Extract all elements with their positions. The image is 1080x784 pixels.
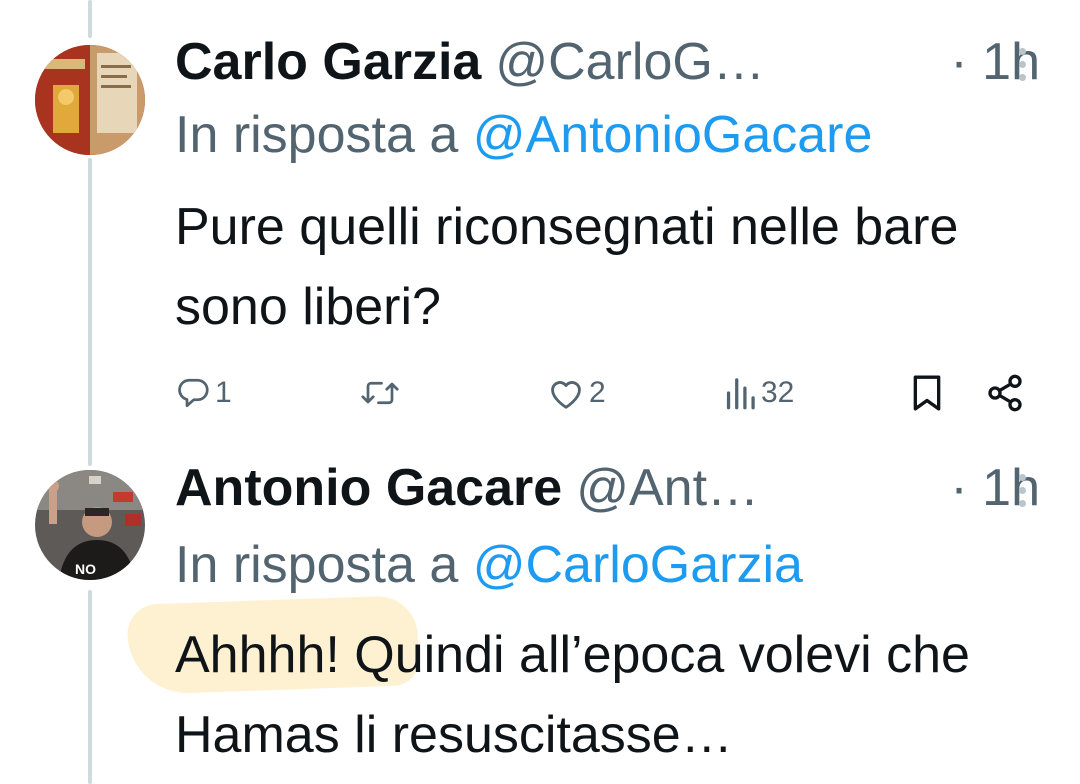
reply-mention-link[interactable]: @AntonioGacare [473, 106, 873, 164]
reply-context: In risposta a @AntonioGacare [175, 105, 872, 165]
avatar-carlo-garzia[interactable] [35, 45, 145, 155]
tweet-actions: 1 2 32 [175, 368, 1035, 418]
tweet-text: Pure quelli riconsegnati nelle bare sono… [175, 198, 959, 336]
retweet-icon [360, 375, 400, 411]
reply-count: 1 [215, 376, 232, 409]
tweet-header: Carlo Garzia @CarloG… · 1h [175, 32, 1040, 92]
tweet-text: Ahhhh! Quindi all’epoca volevi che Hamas… [175, 626, 970, 764]
like-button[interactable]: 2 [547, 368, 606, 418]
views-icon [723, 375, 757, 411]
bookmark-icon [910, 373, 944, 413]
tweet-header: Antonio Gacare @Ant… · 1h [175, 458, 1040, 518]
tweet-carlo-garzia[interactable]: Carlo Garzia @CarloG… · 1h In risposta a… [0, 0, 1080, 450]
bookmark-button[interactable] [910, 368, 944, 418]
more-icon[interactable] [1016, 48, 1028, 81]
retweet-button[interactable] [360, 368, 400, 418]
author-handle[interactable]: @Ant… [576, 458, 759, 518]
share-icon [985, 373, 1025, 413]
author-handle[interactable]: @CarloG… [495, 32, 765, 92]
views-button[interactable]: 32 [723, 368, 794, 418]
avatar-image [35, 45, 145, 155]
reply-button[interactable]: 1 [175, 368, 232, 418]
avatar-antonio-gacare[interactable]: NO [35, 470, 145, 580]
like-count: 2 [589, 376, 606, 409]
reply-context: In risposta a @CarloGarzia [175, 535, 803, 595]
views-count: 32 [761, 376, 795, 409]
avatar-image: NO [35, 470, 145, 580]
more-icon[interactable] [1016, 474, 1028, 507]
author-name[interactable]: Antonio Gacare [175, 458, 562, 518]
author-name[interactable]: Carlo Garzia [175, 32, 481, 92]
reply-mention-link[interactable]: @CarloGarzia [473, 536, 803, 594]
like-icon [547, 375, 585, 411]
reply-prefix: In risposta a [175, 106, 473, 164]
reply-prefix: In risposta a [175, 536, 473, 594]
avatar-shirt-text: NO [75, 561, 96, 577]
reply-icon [175, 375, 211, 411]
share-button[interactable] [985, 368, 1025, 418]
